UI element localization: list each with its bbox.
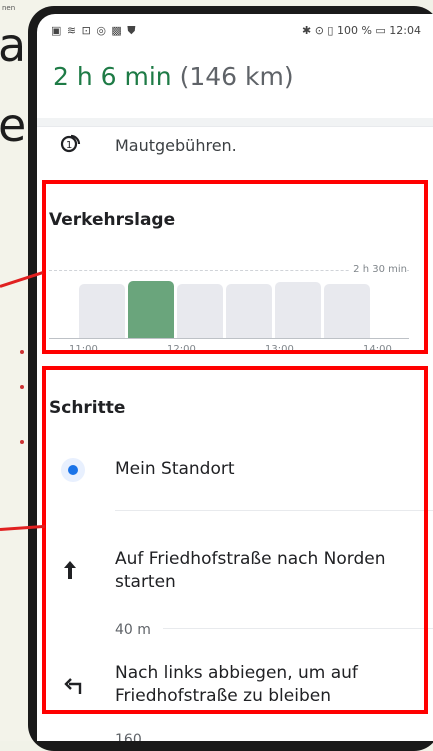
section-divider [37,118,433,127]
highlight-box-steps [42,366,428,714]
bullet-dot [20,350,24,354]
bullet-dot [20,385,24,389]
step-distance: 160 [115,732,142,741]
toll-info[interactable]: Mautgebühren. [115,136,237,155]
highlight-box-traffic [42,180,428,354]
background-tiny-text: nen [2,4,16,12]
toll-icon: 1 [59,132,81,159]
svg-text:1: 1 [66,140,72,151]
status-icons: ▣ ≋ ⊡ ◎ ▩ ⛊ [51,24,137,37]
route-summary: 2 h 6 min (146 km) [53,62,294,91]
bullet-dot [20,440,24,444]
background-char-e: e [0,98,27,152]
status-bar: ▣ ≋ ⊡ ◎ ▩ ⛊ ✱ ⊙ ▯ 100 % ▭ 12:04 [37,14,433,44]
route-duration: 2 h 6 min [53,62,172,91]
status-right: ✱ ⊙ ▯ 100 % ▭ 12:04 [301,24,421,37]
background-char-a: a [0,18,27,72]
route-distance: (146 km) [179,62,294,91]
